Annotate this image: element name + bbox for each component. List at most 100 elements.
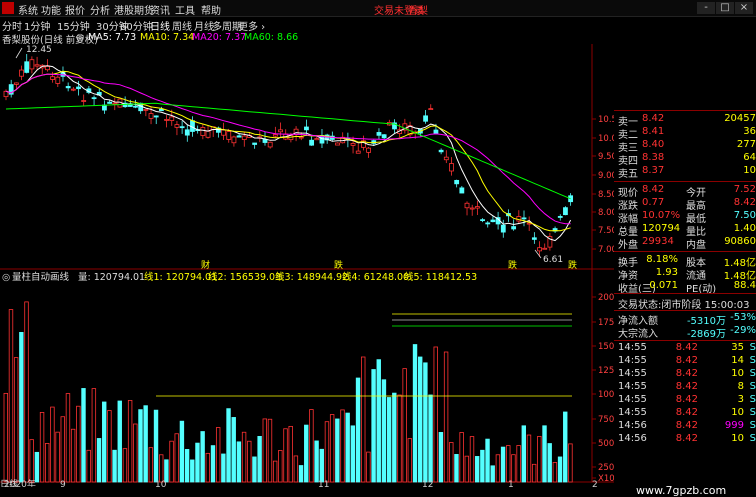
volume-bar bbox=[29, 439, 34, 483]
maximize-button[interactable]: □ bbox=[716, 2, 734, 14]
tick-volume: 10 bbox=[731, 407, 744, 418]
volume-bar bbox=[557, 456, 563, 483]
quote-row: 14:55 8.42 35 S bbox=[614, 342, 756, 355]
ask-price: 8.38 bbox=[642, 152, 665, 163]
candle-body bbox=[563, 207, 568, 216]
volume-bar bbox=[407, 438, 413, 483]
date-tick-label: 11 bbox=[318, 480, 329, 487]
candle-body bbox=[272, 134, 278, 137]
candle-body bbox=[511, 226, 517, 230]
period-daily[interactable]: 日线 bbox=[150, 18, 170, 33]
volume-bar bbox=[3, 392, 8, 483]
volume-bar bbox=[215, 427, 221, 483]
period-1min[interactable]: 1分钟 bbox=[24, 18, 50, 33]
volume-bar bbox=[464, 455, 470, 483]
quote-row: 净流入额 -5310万 -53% bbox=[614, 312, 756, 327]
quote-row: 卖三 8.40 277 bbox=[614, 139, 756, 154]
candle-body bbox=[107, 101, 112, 104]
candle-body bbox=[464, 202, 470, 209]
candle-body bbox=[55, 76, 61, 84]
period-15min[interactable]: 15分钟 bbox=[57, 18, 90, 33]
candle-body bbox=[490, 219, 496, 223]
volume-bar bbox=[39, 412, 45, 483]
volume-bar bbox=[298, 465, 304, 483]
volume-bar bbox=[433, 346, 438, 483]
date-tick-label: 10 bbox=[155, 480, 167, 487]
volume-bar bbox=[449, 442, 454, 483]
volume-bar bbox=[34, 451, 40, 483]
volume-bar bbox=[122, 448, 128, 483]
volume-bar bbox=[293, 455, 299, 483]
volume-tick-label: 12500 bbox=[598, 366, 614, 376]
quote-row: 卖四 8.38 64 bbox=[614, 152, 756, 167]
event-marker-1[interactable]: 跌 bbox=[334, 260, 343, 271]
ticks-separator bbox=[614, 340, 756, 341]
candle-body bbox=[65, 86, 71, 89]
ma-toggle-icon[interactable]: ◎ bbox=[76, 32, 84, 43]
volume-bar bbox=[50, 406, 55, 483]
event-marker-3[interactable]: 跌 bbox=[568, 260, 577, 271]
volume-bar bbox=[309, 409, 314, 483]
volume-bar bbox=[226, 408, 231, 483]
stat-value: 0.77 bbox=[642, 197, 665, 208]
tick-volume: 35 bbox=[731, 342, 744, 353]
menu-quote[interactable]: 报价 bbox=[65, 2, 85, 17]
menu-analysis[interactable]: 分析 bbox=[90, 2, 110, 17]
period-more[interactable]: 更多 › bbox=[238, 18, 265, 33]
volume-bar bbox=[511, 454, 516, 483]
close-button[interactable]: × bbox=[735, 2, 753, 14]
event-marker-finance[interactable]: 财 bbox=[201, 259, 210, 271]
menu-help[interactable]: 帮助 bbox=[201, 2, 221, 17]
volume-bar bbox=[179, 420, 185, 483]
volume-bar bbox=[200, 431, 205, 483]
date-tick-label: 日线 bbox=[0, 478, 18, 487]
quote-row: 14:56 8.42 999 S bbox=[614, 420, 756, 433]
volume-bar bbox=[412, 344, 418, 483]
ask-volume: 36 bbox=[743, 126, 756, 137]
tick-time: 14:55 bbox=[618, 394, 647, 405]
volume-bar bbox=[485, 438, 490, 483]
volume-bar bbox=[495, 454, 501, 483]
period-60min[interactable]: 60分钟 bbox=[120, 18, 153, 33]
quote-row: 涨幅 10.07% 最低 7.50 bbox=[614, 210, 756, 225]
menu-news[interactable]: 资讯 bbox=[150, 2, 170, 17]
kline-chart[interactable]: 10.50 10.00 9.50 9.00 8.50 8.00 7.50 7.00 20000… bbox=[0, 44, 614, 487]
menu-system[interactable]: 系统 bbox=[18, 2, 38, 17]
menu-hk-futures[interactable]: 港股期货 bbox=[114, 2, 154, 17]
volume-bar bbox=[355, 377, 361, 483]
stat-value: 8.42 bbox=[642, 184, 665, 195]
minimize-button[interactable]: - bbox=[697, 2, 715, 14]
quote-row: 14:56 8.42 10 S bbox=[614, 433, 756, 446]
candle-body bbox=[449, 163, 454, 172]
volume-bar bbox=[417, 356, 423, 483]
stat-label: 外盘 bbox=[618, 240, 638, 251]
stat-value: 7.52 bbox=[733, 184, 756, 195]
candle-body bbox=[70, 88, 76, 91]
ma20-value: MA20: 7.37 bbox=[192, 32, 247, 43]
flow-label: 大宗流入 bbox=[618, 329, 658, 340]
volume-bar bbox=[107, 410, 112, 483]
period-intraday[interactable]: 分时 bbox=[2, 18, 22, 33]
menu-function[interactable]: 功能 bbox=[41, 2, 61, 17]
volume-bar bbox=[190, 459, 195, 483]
candle-body bbox=[335, 142, 340, 146]
volume-bar bbox=[241, 431, 247, 483]
candle-body bbox=[443, 156, 449, 161]
period-weekly[interactable]: 周线 bbox=[172, 18, 192, 33]
candle-body bbox=[433, 129, 439, 134]
ask-price: 8.42 bbox=[642, 113, 665, 124]
volume-bar bbox=[174, 433, 179, 483]
volume-bar bbox=[231, 417, 236, 483]
quote-row: 换手 8.18% 股本 1.48亿 bbox=[614, 254, 756, 269]
period-monthly[interactable]: 月线 bbox=[194, 18, 214, 33]
candle-body bbox=[423, 115, 428, 122]
tick-time: 14:55 bbox=[618, 407, 647, 418]
low-price-label: 6.61 bbox=[543, 255, 563, 265]
candle-body bbox=[236, 135, 242, 138]
volume-bar bbox=[402, 368, 407, 483]
candle-body bbox=[278, 129, 283, 133]
menu-tools[interactable]: 工具 bbox=[175, 2, 195, 17]
event-marker-2[interactable]: 跌 bbox=[508, 260, 517, 271]
tick-time: 14:55 bbox=[618, 355, 647, 366]
candle-body bbox=[29, 59, 35, 70]
